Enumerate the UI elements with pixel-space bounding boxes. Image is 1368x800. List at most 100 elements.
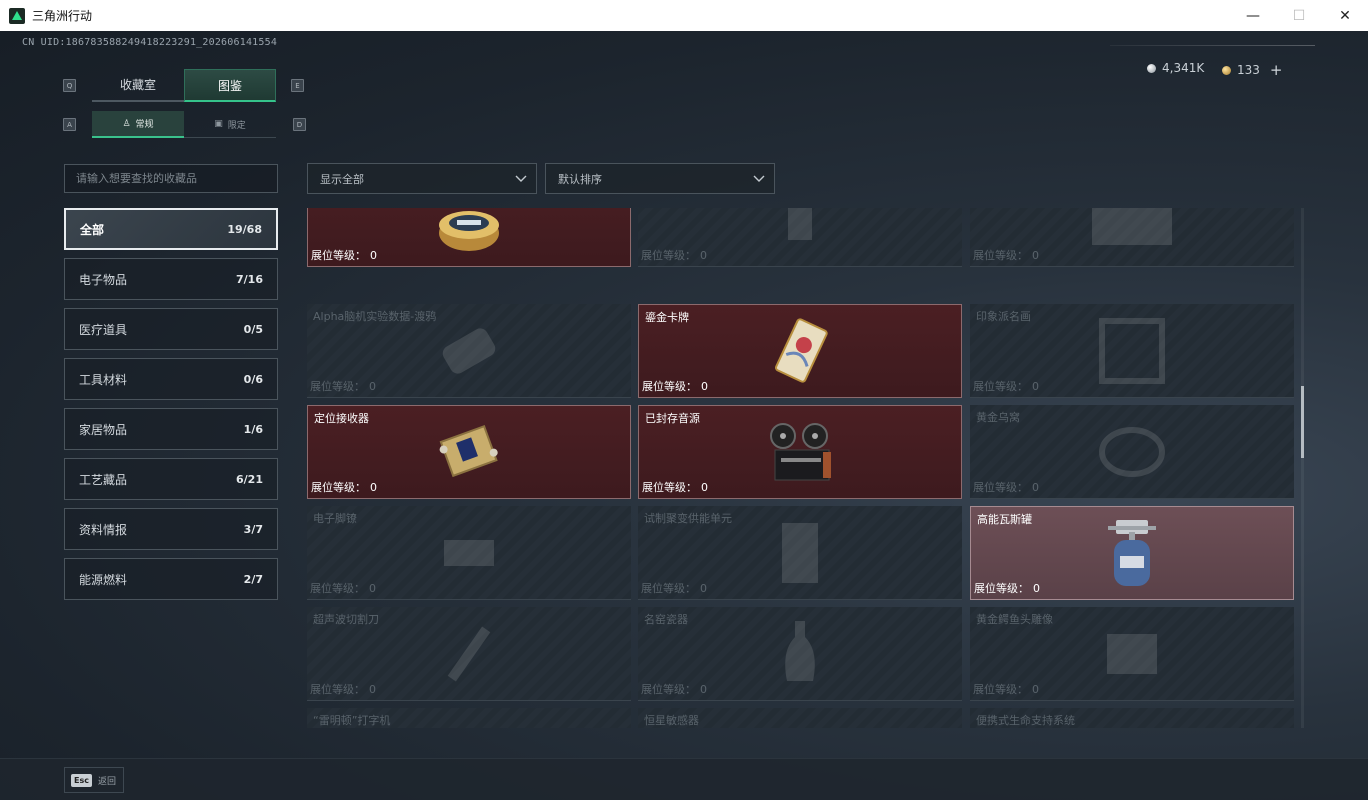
collectible-card[interactable]: 展位等级： 0: [638, 208, 962, 267]
collectible-name: 名窑瓷器: [644, 613, 688, 626]
category-tools[interactable]: 工具材料 0/6: [64, 358, 278, 400]
collectible-card[interactable]: 展位等级： 0: [307, 208, 631, 267]
close-button[interactable]: ✕: [1322, 0, 1368, 31]
subtab-limited[interactable]: ▣ 限定: [184, 111, 276, 138]
collectible-level: 展位等级： 0: [310, 683, 376, 696]
locked-item-icon: [788, 208, 812, 240]
category-label: 资料情报: [79, 522, 128, 537]
locked-item-icon: [785, 620, 815, 681]
window-titlebar: 三角洲行动 — ☐ ✕: [0, 0, 1368, 31]
window-title: 三角洲行动: [32, 9, 93, 23]
collectible-card[interactable]: 印象派名画 展位等级： 0: [970, 304, 1294, 398]
category-intel[interactable]: 资料情报 3/7: [64, 508, 278, 550]
collectible-level: 展位等级： 0: [641, 683, 707, 696]
collectible-name: 高能瓦斯罐: [977, 513, 1032, 526]
silver-coin-icon: [1147, 63, 1156, 73]
display-filter-dropdown[interactable]: 显示全部: [307, 163, 537, 194]
search-input[interactable]: [76, 172, 277, 185]
collectible-card[interactable]: 鎏金卡牌 展位等级： 0: [638, 304, 962, 398]
gold-amount: 133: [1237, 63, 1260, 77]
collectible-card[interactable]: 已封存音源 展位等级： 0: [638, 405, 962, 499]
category-count: 19/68: [227, 222, 262, 236]
collectible-name: 恒星敏感器: [644, 714, 699, 727]
collectible-name: 定位接收器: [314, 412, 369, 425]
collectible-name: 黄金鳄鱼头雕像: [976, 613, 1053, 626]
collectible-level: 展位等级： 0: [311, 481, 377, 494]
key-hint-q: Q: [63, 79, 76, 92]
category-fuel[interactable]: 能源燃料 2/7: [64, 558, 278, 600]
grid-scrollbar-thumb[interactable]: [1301, 386, 1304, 458]
collectible-name: Alpha脑机实验数据-渡鸦: [313, 310, 437, 323]
collectible-card[interactable]: “雷明顿”打字机: [307, 708, 631, 728]
image-icon: ▣: [214, 119, 223, 129]
collectible-card[interactable]: 黄金鳄鱼头雕像 展位等级： 0: [970, 607, 1294, 701]
gold-coin-icon: [1222, 65, 1231, 75]
collectible-level: 展位等级： 0: [642, 481, 708, 494]
tab-catalog[interactable]: 图鉴: [184, 69, 276, 102]
collectible-card[interactable]: 定位接收器 展位等级： 0: [307, 405, 631, 499]
tab-collection-room[interactable]: 收藏室: [92, 69, 184, 102]
collectible-level: 展位等级： 0: [641, 249, 707, 262]
collectible-name: 印象派名画: [976, 310, 1031, 323]
collectible-level: 展位等级： 0: [973, 683, 1039, 696]
search-box: [64, 164, 278, 193]
collectible-card[interactable]: 电子脚镣 展位等级： 0: [307, 506, 631, 600]
minimize-button[interactable]: —: [1230, 0, 1276, 31]
collectible-card[interactable]: 高能瓦斯罐 展位等级： 0: [970, 506, 1294, 600]
category-label: 家居物品: [79, 422, 128, 437]
collectible-name: 超声波切割刀: [313, 613, 379, 626]
locator-receiver-icon: [439, 424, 498, 478]
figure-icon: ♙: [122, 118, 131, 129]
category-medical[interactable]: 医疗道具 0/5: [64, 308, 278, 350]
app-logo-icon: [9, 7, 25, 24]
collectible-card[interactable]: 便携式生命支持系统: [970, 708, 1294, 728]
maximize-button[interactable]: ☐: [1276, 0, 1322, 31]
subtab-regular[interactable]: ♙ 常规: [92, 111, 184, 138]
category-label: 工具材料: [79, 372, 128, 387]
collectible-card[interactable]: Alpha脑机实验数据-渡鸦 展位等级： 0: [307, 304, 631, 398]
collectibles-grid: 展位等级： 0 展位等级： 0 展位等级： 0 Alpha脑机实验数据-渡鸦 展位等级…: [307, 208, 1294, 728]
display-filter-value: 显示全部: [320, 172, 364, 186]
subtab-limited-label: 限定: [227, 120, 246, 131]
collectible-name: 便携式生命支持系统: [976, 714, 1075, 727]
category-label: 电子物品: [79, 272, 128, 287]
collectible-card[interactable]: 超声波切割刀 展位等级： 0: [307, 607, 631, 701]
sub-tabs: ♙ 常规 ▣ 限定: [92, 111, 276, 138]
user-uid: CN UID:18678358824941822329​1_2026061415…: [22, 37, 278, 48]
collectible-level: 展位等级： 0: [973, 380, 1039, 393]
category-household[interactable]: 家居物品 1/6: [64, 408, 278, 450]
collectible-level: 展位等级： 0: [310, 582, 376, 595]
tape-recorder-icon: [770, 423, 831, 481]
gas-canister-icon: [1108, 520, 1156, 586]
collectible-level: 展位等级： 0: [973, 249, 1039, 262]
collectible-card[interactable]: 试制聚变供能单元 展位等级： 0: [638, 506, 962, 600]
collectible-card[interactable]: 名窑瓷器 展位等级： 0: [638, 607, 962, 701]
category-crafts[interactable]: 工艺藏品 6/21: [64, 458, 278, 500]
collectible-level: 展位等级： 0: [641, 582, 707, 595]
collectible-card[interactable]: 恒星敏感器: [638, 708, 962, 728]
collectible-name: 试制聚变供能单元: [644, 512, 732, 525]
back-label: 返回: [97, 776, 116, 787]
category-all[interactable]: 全部 19/68: [64, 208, 278, 250]
collectible-card[interactable]: 黄金乌窝 展位等级： 0: [970, 405, 1294, 499]
subtab-regular-label: 常规: [135, 120, 154, 130]
key-hint-e: E: [291, 79, 304, 92]
collectible-name: 鎏金卡牌: [645, 311, 689, 324]
add-currency-button[interactable]: +: [1270, 61, 1283, 79]
category-count: 6/21: [236, 472, 263, 486]
sort-dropdown[interactable]: 默认排序: [545, 163, 775, 194]
category-count: 0/5: [243, 322, 263, 336]
collectible-level: 展位等级： 0: [973, 481, 1039, 494]
window-controls: — ☐ ✕: [1230, 0, 1368, 31]
grid-scrollbar-track[interactable]: [1301, 208, 1304, 728]
gold-currency: 133 +: [1222, 61, 1282, 79]
sort-value: 默认排序: [558, 172, 602, 186]
collectible-name: “雷明顿”打字机: [313, 714, 391, 727]
chevron-down-icon: [753, 175, 765, 182]
key-hint-a: A: [63, 118, 76, 131]
category-electronics[interactable]: 电子物品 7/16: [64, 258, 278, 300]
back-button[interactable]: Esc 返回: [64, 767, 124, 793]
esc-key-hint: Esc: [71, 773, 92, 787]
locked-item-icon: [1092, 208, 1172, 245]
collectible-card[interactable]: 展位等级： 0: [970, 208, 1294, 267]
